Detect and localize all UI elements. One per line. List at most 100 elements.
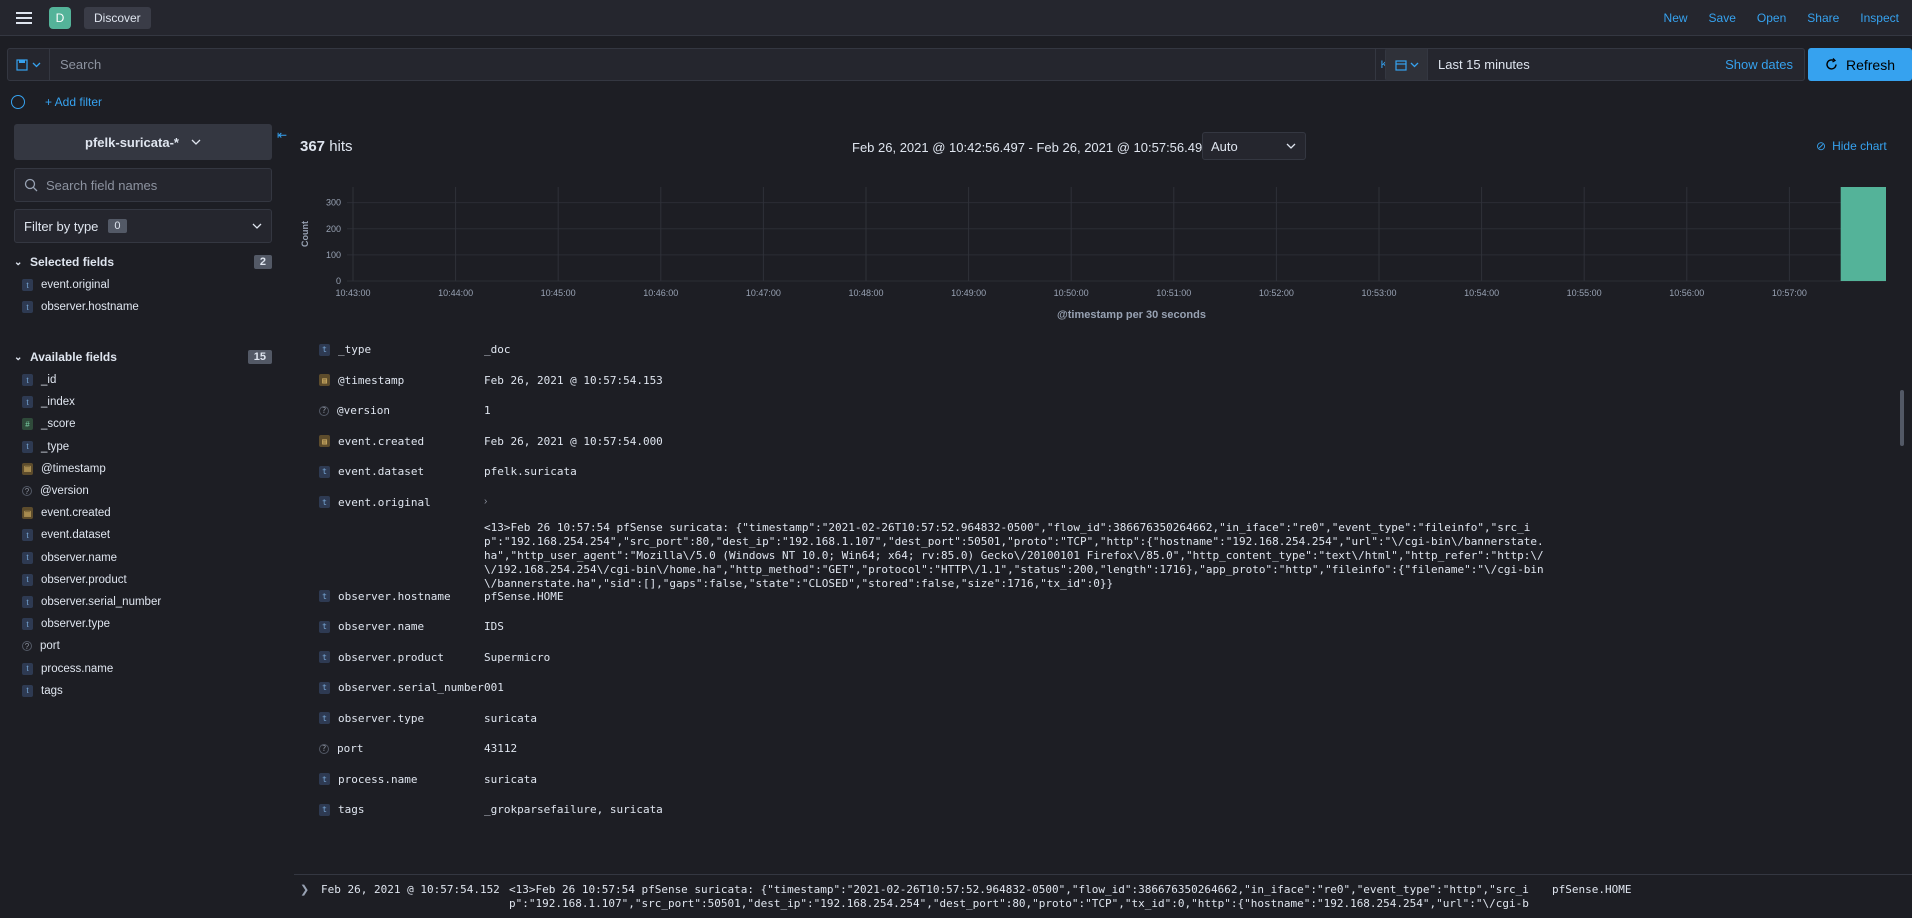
field-list-item[interactable]: t event.dataset: [22, 525, 110, 545]
selected-fields-title: Selected fields: [30, 255, 115, 269]
field-list-item[interactable]: t observer.name: [22, 548, 117, 568]
time-range-label: Feb 26, 2021 @ 10:42:56.497 - Feb 26, 20…: [852, 140, 1210, 155]
index-pattern-selector[interactable]: pfelk-suricata-*: [14, 124, 272, 160]
date-range-label[interactable]: Last 15 minutes: [1428, 57, 1725, 72]
doc-field-value: Feb 26, 2021 @ 10:57:54.153: [484, 373, 663, 387]
field-name: observer.hostname: [41, 301, 139, 314]
x-tick-label: 10:50:00: [1054, 288, 1089, 298]
field-type-icon: t: [319, 773, 330, 785]
filter-by-type-label: Filter by type: [24, 218, 99, 234]
field-list-item[interactable]: t observer.product: [22, 570, 127, 590]
field-list-item[interactable]: ▤ event.created: [22, 503, 111, 523]
hits-label: hits: [329, 138, 353, 155]
field-list-item[interactable]: t process.name: [22, 659, 113, 679]
filter-by-type-button[interactable]: Filter by type 0: [14, 209, 272, 243]
table-row[interactable]: ❯ Feb 26, 2021 @ 10:57:54.152 <13>Feb 26…: [294, 874, 1912, 918]
y-tick-label: 100: [326, 250, 341, 260]
search-input[interactable]: [50, 49, 1375, 80]
doc-field-name-text: observer.hostname: [338, 589, 451, 603]
doc-field-value: IDS: [484, 620, 504, 633]
field-sidebar: ⇤ pfelk-suricata-* Filter by type 0 ⌄ Se…: [0, 115, 287, 918]
show-dates-link[interactable]: Show dates: [1725, 57, 1804, 72]
add-filter-button[interactable]: + Add filter: [45, 95, 102, 109]
doc-field-value: Supermicro: [484, 650, 551, 664]
doc-field-name-text: event.dataset: [338, 465, 425, 478]
date-picker: Last 15 minutes Show dates: [1385, 48, 1805, 81]
chevron-down-icon: [252, 223, 262, 229]
selected-fields-header[interactable]: ⌄ Selected fields 2: [14, 252, 272, 272]
field-search-input[interactable]: [38, 169, 271, 201]
field-type-icon: t: [22, 529, 33, 542]
filter-row: + Add filter: [0, 92, 102, 112]
doc-field-name-text: event.original: [338, 495, 431, 509]
menu-button[interactable]: [0, 0, 48, 36]
breadcrumb-discover[interactable]: Discover: [84, 6, 151, 29]
field-list-item[interactable]: t _index: [22, 392, 75, 412]
quick-date-button[interactable]: [1386, 49, 1428, 80]
x-tick-label: 10:47:00: [746, 288, 781, 298]
hits-counter: 367 hits: [300, 138, 353, 155]
x-tick-label: 10:57:00: [1772, 288, 1807, 298]
field-list-item[interactable]: t observer.hostname: [22, 297, 139, 317]
save-icon: [16, 58, 28, 71]
x-tick-label: 10:56:00: [1669, 288, 1704, 298]
row-timestamp: Feb 26, 2021 @ 10:57:54.152: [321, 883, 500, 896]
field-list-item[interactable]: t event.original: [22, 275, 109, 295]
chevron-down-icon: ⌄: [14, 256, 23, 268]
field-list-item[interactable]: t observer.type: [22, 614, 110, 634]
field-list-item[interactable]: ? @version: [22, 481, 89, 501]
field-type-icon: ?: [22, 641, 32, 652]
interval-value: Auto: [1211, 138, 1238, 154]
inspect-link[interactable]: Inspect: [1860, 11, 1899, 25]
filter-menu-icon[interactable]: [11, 95, 25, 109]
search-icon: [24, 178, 38, 192]
doc-field-value: _doc: [484, 343, 511, 356]
open-link[interactable]: Open: [1757, 11, 1786, 25]
chevron-right-icon[interactable]: ›: [484, 496, 487, 507]
field-type-icon: t: [22, 596, 33, 608]
doc-field-name: t observer.type: [319, 712, 424, 725]
histogram-bar: [1840, 187, 1886, 281]
doc-field-name-text: observer.type: [338, 711, 425, 725]
y-tick-label: 300: [326, 198, 341, 208]
share-link[interactable]: Share: [1807, 11, 1839, 25]
save-link[interactable]: Save: [1709, 11, 1736, 25]
scrollbar-thumb[interactable]: [1900, 390, 1904, 446]
field-list-item[interactable]: ▤ @timestamp: [22, 459, 106, 479]
refresh-button[interactable]: Refresh: [1808, 48, 1912, 81]
field-list-item[interactable]: # _score: [22, 414, 76, 434]
new-link[interactable]: New: [1664, 11, 1688, 25]
doc-field-name: ? port: [319, 742, 364, 755]
doc-field-name-text: @version: [337, 404, 390, 417]
selected-count-badge: 2: [253, 255, 272, 269]
chevron-right-icon[interactable]: ❯: [300, 883, 309, 896]
field-name: observer.product: [41, 573, 127, 586]
index-pattern-label: pfelk-suricata-*: [85, 134, 179, 150]
x-tick-label: 10:45:00: [541, 288, 576, 298]
available-fields-header[interactable]: ⌄ Available fields 15: [14, 347, 272, 367]
field-list-item[interactable]: t observer.serial_number: [22, 592, 161, 612]
field-name: observer.name: [41, 551, 118, 564]
x-tick-label: 10:44:00: [438, 288, 473, 298]
x-tick-label: 10:53:00: [1361, 288, 1396, 298]
field-name: _id: [41, 374, 57, 386]
x-tick-label: 10:51:00: [1156, 288, 1191, 298]
doc-field-name: t observer.name: [319, 620, 424, 633]
field-name: event.dataset: [41, 529, 111, 542]
field-list-item[interactable]: t _type: [22, 437, 69, 457]
doc-field-value: Feb 26, 2021 @ 10:57:54.000: [484, 434, 663, 448]
field-list-item[interactable]: t tags: [22, 681, 63, 701]
field-type-icon: ▤: [22, 462, 33, 475]
field-list-item[interactable]: ? port: [22, 636, 60, 656]
chevron-down-icon: [32, 62, 41, 67]
field-name: event.created: [41, 507, 111, 520]
doc-field-name: t tags: [319, 803, 365, 816]
field-type-icon: t: [319, 620, 330, 633]
field-list-item[interactable]: t _id: [22, 370, 56, 390]
space-avatar[interactable]: D: [49, 6, 71, 29]
saved-query-button[interactable]: [8, 49, 50, 80]
hide-chart-button[interactable]: ⊘ Hide chart: [1816, 139, 1887, 153]
hide-chart-label: Hide chart: [1832, 139, 1887, 153]
interval-select[interactable]: Auto: [1202, 132, 1306, 160]
collapse-sidebar-icon[interactable]: ⇤: [277, 128, 287, 142]
